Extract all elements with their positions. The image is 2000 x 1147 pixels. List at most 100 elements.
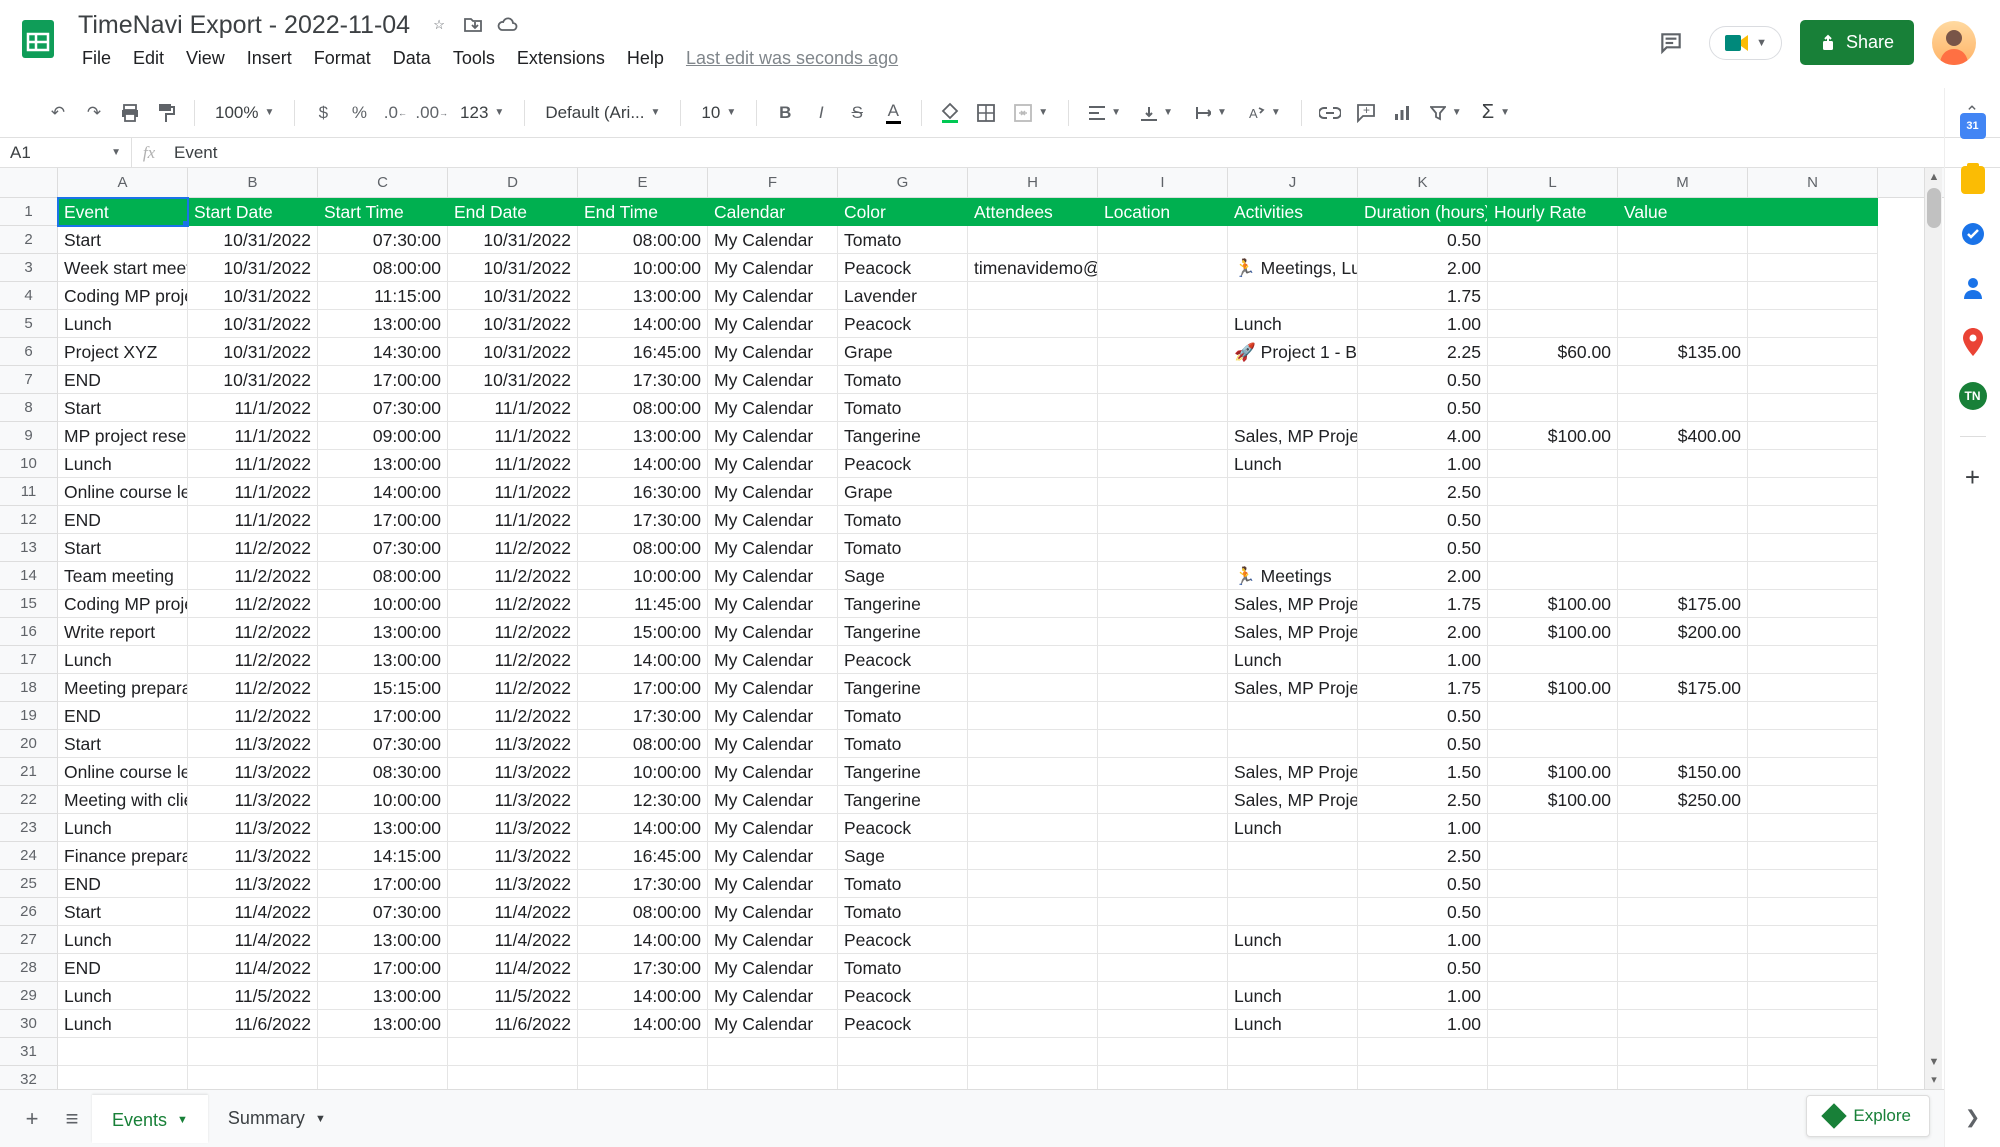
cell[interactable]: 11:15:00 — [318, 282, 448, 310]
cell[interactable]: 13:00:00 — [318, 814, 448, 842]
cell[interactable] — [1618, 982, 1748, 1010]
cell[interactable]: Finance prepara — [58, 842, 188, 870]
col-header[interactable]: J — [1228, 168, 1358, 197]
cell[interactable] — [1358, 1066, 1488, 1089]
cell[interactable] — [1488, 478, 1618, 506]
row-header[interactable]: 11 — [0, 478, 58, 506]
cell[interactable]: 2.00 — [1358, 254, 1488, 282]
cell[interactable]: 🏃 Meetings, Lu — [1228, 254, 1358, 282]
cell[interactable]: My Calendar — [708, 982, 838, 1010]
cell[interactable]: 11/5/2022 — [188, 982, 318, 1010]
cell[interactable] — [188, 1038, 318, 1066]
row-header[interactable]: 8 — [0, 394, 58, 422]
cell[interactable]: 08:00:00 — [578, 730, 708, 758]
cell[interactable]: 08:00:00 — [318, 254, 448, 282]
cell[interactable] — [1098, 562, 1228, 590]
cell[interactable]: 11/3/2022 — [188, 870, 318, 898]
cell[interactable] — [838, 1066, 968, 1089]
move-icon[interactable] — [462, 14, 484, 36]
cell[interactable]: Duration (hours) — [1358, 198, 1488, 226]
cell[interactable]: 07:30:00 — [318, 898, 448, 926]
row-header[interactable]: 30 — [0, 1010, 58, 1038]
cell[interactable]: My Calendar — [708, 366, 838, 394]
cell[interactable]: Meeting with clie — [58, 786, 188, 814]
chart-button[interactable] — [1386, 96, 1418, 130]
cell[interactable]: 10/31/2022 — [188, 226, 318, 254]
cell[interactable]: 2.00 — [1358, 618, 1488, 646]
cell[interactable]: 17:00:00 — [318, 954, 448, 982]
cell[interactable]: 11/1/2022 — [188, 478, 318, 506]
cell[interactable]: Peacock — [838, 646, 968, 674]
cell[interactable]: My Calendar — [708, 702, 838, 730]
cell[interactable]: Project XYZ — [58, 338, 188, 366]
cell[interactable]: 1.00 — [1358, 646, 1488, 674]
cell[interactable]: Lunch — [58, 926, 188, 954]
cell[interactable] — [1488, 366, 1618, 394]
cell[interactable] — [968, 786, 1098, 814]
cell[interactable]: Event — [58, 198, 188, 226]
redo-button[interactable]: ↷ — [78, 96, 110, 130]
cell[interactable] — [1098, 842, 1228, 870]
cell[interactable]: 10:00:00 — [578, 562, 708, 590]
cell[interactable]: Lunch — [1228, 450, 1358, 478]
cell[interactable] — [1748, 1010, 1878, 1038]
cell[interactable]: Tomato — [838, 870, 968, 898]
cell[interactable] — [318, 1038, 448, 1066]
cell[interactable] — [1098, 226, 1228, 254]
cell[interactable]: 08:00:00 — [578, 898, 708, 926]
cell[interactable]: My Calendar — [708, 730, 838, 758]
cell[interactable]: Week start meet — [58, 254, 188, 282]
cell[interactable]: 11/2/2022 — [448, 674, 578, 702]
cell[interactable]: 12:30:00 — [578, 786, 708, 814]
cell[interactable] — [1748, 338, 1878, 366]
cell[interactable]: END — [58, 870, 188, 898]
paint-format-button[interactable] — [150, 96, 182, 130]
cell[interactable] — [1228, 870, 1358, 898]
cell[interactable]: 11/1/2022 — [188, 394, 318, 422]
cell[interactable]: 0.50 — [1358, 394, 1488, 422]
comment-button[interactable]: + — [1350, 96, 1382, 130]
cell[interactable]: 0.50 — [1358, 702, 1488, 730]
cell[interactable] — [1748, 646, 1878, 674]
halign-dropdown[interactable]: ▼ — [1081, 96, 1129, 130]
cell[interactable]: My Calendar — [708, 898, 838, 926]
cell[interactable]: My Calendar — [708, 562, 838, 590]
cell[interactable]: Tomato — [838, 730, 968, 758]
wrap-dropdown[interactable]: ▼ — [1185, 96, 1235, 130]
cell[interactable]: 11/2/2022 — [188, 674, 318, 702]
borders-button[interactable] — [970, 96, 1002, 130]
row-header[interactable]: 12 — [0, 506, 58, 534]
cell[interactable] — [1098, 310, 1228, 338]
cell[interactable] — [1098, 674, 1228, 702]
cell[interactable]: 🚀 Project 1 - Bi — [1228, 338, 1358, 366]
cell[interactable]: 11:45:00 — [578, 590, 708, 618]
cell[interactable]: 11/3/2022 — [188, 842, 318, 870]
col-header[interactable]: L — [1488, 168, 1618, 197]
cell[interactable] — [1488, 310, 1618, 338]
row-header[interactable]: 3 — [0, 254, 58, 282]
cell[interactable]: My Calendar — [708, 646, 838, 674]
cell[interactable] — [1618, 282, 1748, 310]
cell[interactable]: Sales, MP Proje — [1228, 758, 1358, 786]
row-header[interactable]: 10 — [0, 450, 58, 478]
cell[interactable] — [1618, 1066, 1748, 1089]
row-header[interactable]: 15 — [0, 590, 58, 618]
cell[interactable]: 0.50 — [1358, 954, 1488, 982]
cell[interactable] — [1618, 254, 1748, 282]
cell[interactable]: 2.25 — [1358, 338, 1488, 366]
cell[interactable]: My Calendar — [708, 394, 838, 422]
menu-extensions[interactable]: Extensions — [507, 44, 615, 73]
cell[interactable] — [968, 562, 1098, 590]
cell[interactable] — [1748, 422, 1878, 450]
row-header[interactable]: 2 — [0, 226, 58, 254]
currency-button[interactable]: $ — [307, 96, 339, 130]
cell[interactable] — [1098, 478, 1228, 506]
cell[interactable] — [1098, 814, 1228, 842]
cell[interactable]: 10/31/2022 — [448, 226, 578, 254]
menu-file[interactable]: File — [72, 44, 121, 73]
menu-edit[interactable]: Edit — [123, 44, 174, 73]
cell[interactable] — [188, 1066, 318, 1089]
cell[interactable] — [968, 1066, 1098, 1089]
cell[interactable] — [1618, 702, 1748, 730]
cell[interactable]: My Calendar — [708, 534, 838, 562]
